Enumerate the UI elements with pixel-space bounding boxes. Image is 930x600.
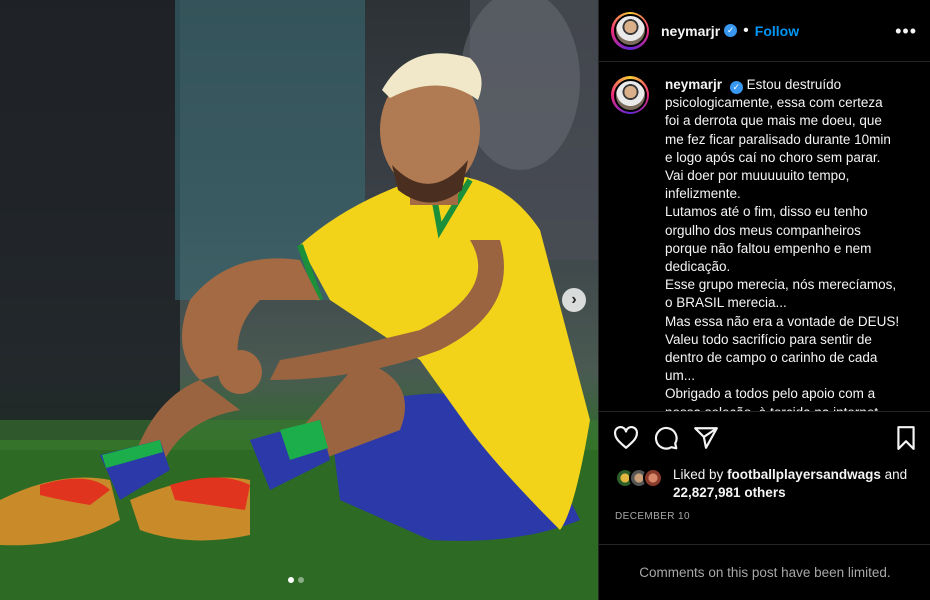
follow-button[interactable]: Follow <box>755 23 799 39</box>
author-username[interactable]: neymarjr <box>661 23 720 39</box>
more-icon[interactable]: ••• <box>895 21 917 42</box>
next-slide-button[interactable]: › <box>562 288 586 312</box>
verified-badge-icon: ✓ <box>724 24 738 37</box>
carousel-dot-active <box>288 577 294 583</box>
chevron-right-icon: › <box>571 291 577 308</box>
caption-text: neymarjr ✓ Estou destruído psicologicame… <box>665 76 899 411</box>
likes-and: and <box>884 467 908 482</box>
caption-author-avatar[interactable] <box>611 76 649 114</box>
caption-section: neymarjr ✓ Estou destruído psicologicame… <box>599 62 930 411</box>
avatar-image <box>613 78 647 112</box>
liked-by-username[interactable]: footballplayersandwags <box>727 467 881 482</box>
action-bar <box>599 411 930 463</box>
post-side-panel: neymarjr ✓ • Follow ••• neymarjr ✓ Estou… <box>598 0 930 600</box>
liker-avatar[interactable] <box>643 468 663 488</box>
carousel-indicator <box>288 577 304 583</box>
carousel-dot <box>298 577 304 583</box>
liker-avatars <box>615 468 663 488</box>
likes-summary: Liked by footballplayersandwags and 22,8… <box>615 466 920 502</box>
caption-body: Estou destruído psicologicamente, essa c… <box>665 77 900 411</box>
likes-count[interactable]: 22,827,981 others <box>673 485 786 500</box>
verified-badge-icon: ✓ <box>729 81 743 94</box>
author-avatar[interactable] <box>611 11 649 50</box>
share-icon[interactable] <box>693 425 719 451</box>
caption-username[interactable]: neymarjr <box>665 77 722 92</box>
post-header: neymarjr ✓ • Follow ••• <box>599 0 930 62</box>
post-photo: › <box>0 0 598 600</box>
header-separator: • <box>743 21 749 39</box>
comment-icon[interactable] <box>653 425 679 451</box>
likes-text: Liked by footballplayersandwags and 22,8… <box>673 466 920 502</box>
player-photo-illustration <box>0 0 598 600</box>
heart-icon[interactable] <box>613 425 639 451</box>
comments-limited-notice: Comments on this post have been limited. <box>599 544 930 600</box>
avatar-image <box>613 14 647 47</box>
post-date[interactable]: DECEMBER 10 <box>615 511 690 522</box>
likes-prefix: Liked by <box>673 467 724 482</box>
bookmark-icon[interactable] <box>893 425 919 451</box>
